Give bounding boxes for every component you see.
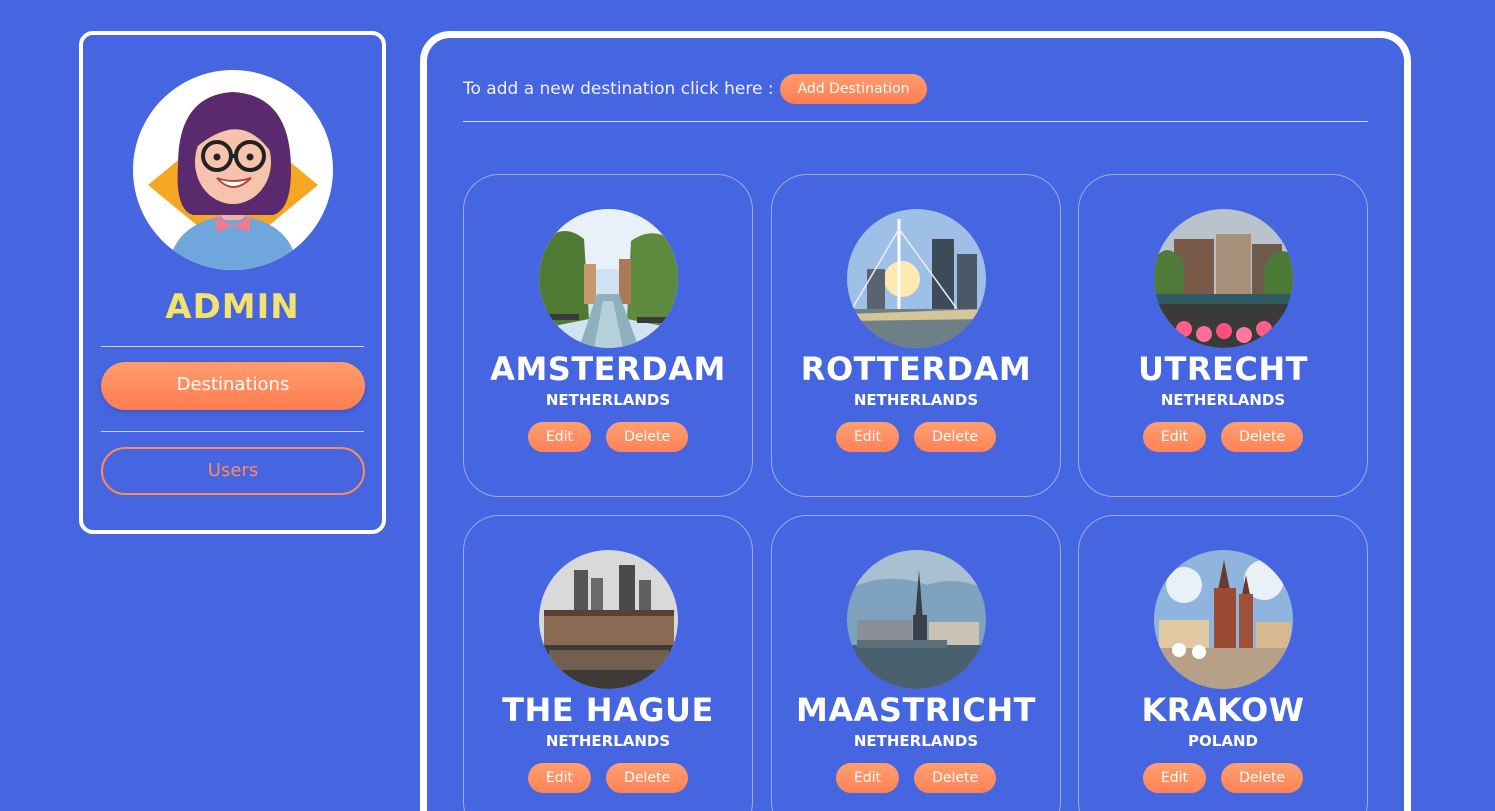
destination-photo <box>1154 550 1293 689</box>
delete-button[interactable]: Delete <box>914 763 997 793</box>
card-actions: Edit Delete <box>772 422 1060 452</box>
destination-city: AMSTERDAM <box>490 350 726 388</box>
edit-button[interactable]: Edit <box>1142 422 1207 452</box>
delete-button[interactable]: Delete <box>914 422 997 452</box>
admin-title: ADMIN <box>165 287 300 327</box>
destination-country: NETHERLANDS <box>1160 391 1286 409</box>
edit-button[interactable]: Edit <box>1142 763 1207 793</box>
card-actions: Edit Delete <box>1079 763 1367 793</box>
admin-sidebar: ADMIN Destinations Users <box>79 31 386 534</box>
destination-photo <box>847 209 986 348</box>
add-destination-row: To add a new destination click here : Ad… <box>463 74 928 104</box>
users-nav-button[interactable]: Users <box>101 447 365 495</box>
destinations-nav-button[interactable]: Destinations <box>101 362 365 410</box>
destination-photo <box>539 550 678 689</box>
card-actions: Edit Delete <box>1079 422 1367 452</box>
edit-button[interactable]: Edit <box>835 422 900 452</box>
destination-card: AMSTERDAM NETHERLANDS Edit Delete <box>463 174 753 497</box>
destination-country: NETHERLANDS <box>545 391 671 409</box>
edit-button[interactable]: Edit <box>527 422 592 452</box>
destination-country: POLAND <box>1188 732 1258 750</box>
add-destination-button[interactable]: Add Destination <box>779 74 928 104</box>
edit-button[interactable]: Edit <box>835 763 900 793</box>
destination-card: KRAKOW POLAND Edit Delete <box>1078 515 1368 811</box>
delete-button[interactable]: Delete <box>1221 763 1304 793</box>
sidebar-divider <box>101 346 364 347</box>
destinations-panel: To add a new destination click here : Ad… <box>420 31 1411 811</box>
main-divider <box>463 121 1368 122</box>
delete-button[interactable]: Delete <box>1221 422 1304 452</box>
destination-country: NETHERLANDS <box>853 391 979 409</box>
destination-city: KRAKOW <box>1141 691 1305 729</box>
destination-card: THE HAGUE NETHERLANDS Edit Delete <box>463 515 753 811</box>
destination-photo <box>1154 209 1293 348</box>
destination-city: MAASTRICHT <box>796 691 1036 729</box>
delete-button[interactable]: Delete <box>606 763 689 793</box>
destination-country: NETHERLANDS <box>545 732 671 750</box>
delete-button[interactable]: Delete <box>606 422 689 452</box>
destination-country: NETHERLANDS <box>853 732 979 750</box>
destination-city: ROTTERDAM <box>800 350 1032 388</box>
card-actions: Edit Delete <box>464 763 752 793</box>
add-destination-prompt: To add a new destination click here : <box>463 79 774 99</box>
destination-photo <box>847 550 986 689</box>
destination-card: MAASTRICHT NETHERLANDS Edit Delete <box>771 515 1061 811</box>
destination-card: ROTTERDAM NETHERLANDS Edit Delete <box>771 174 1061 497</box>
destination-card: UTRECHT NETHERLANDS Edit Delete <box>1078 174 1368 497</box>
card-actions: Edit Delete <box>772 763 1060 793</box>
destination-city: UTRECHT <box>1138 350 1308 388</box>
destination-photo <box>539 209 678 348</box>
destination-city: THE HAGUE <box>502 691 714 729</box>
card-actions: Edit Delete <box>464 422 752 452</box>
edit-button[interactable]: Edit <box>527 763 592 793</box>
sidebar-divider <box>101 431 364 432</box>
admin-avatar <box>133 70 333 270</box>
admin-page: ADMIN Destinations Users To add a new de… <box>0 0 1495 811</box>
